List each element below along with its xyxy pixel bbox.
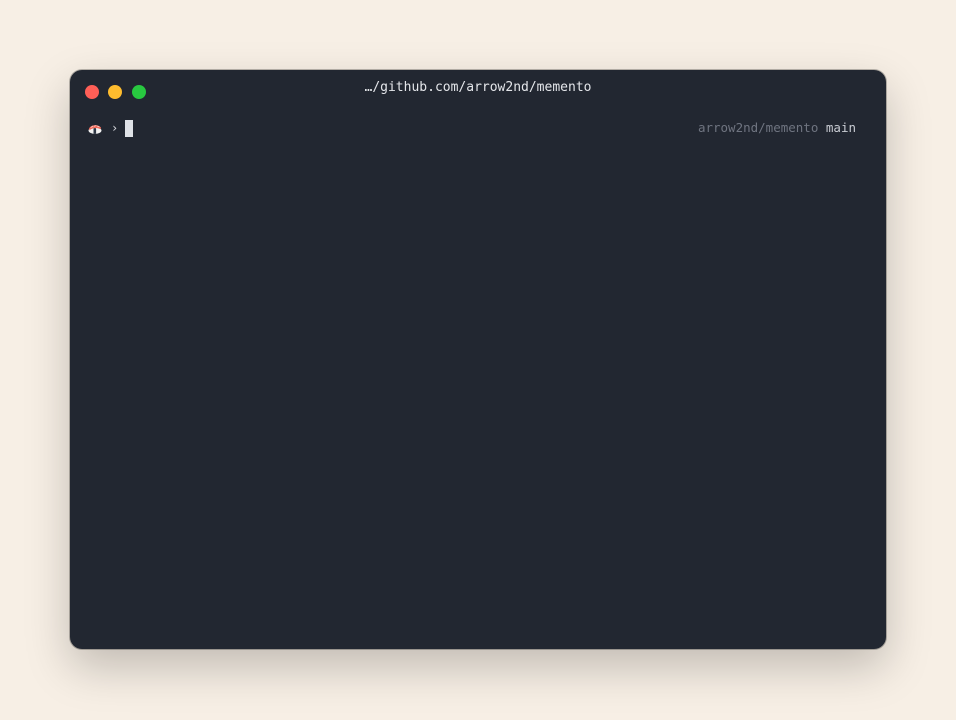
prompt-left: › bbox=[87, 118, 134, 138]
git-status: arrow2nd/memento main bbox=[698, 118, 856, 138]
git-branch: main bbox=[825, 120, 856, 135]
window-title: …/github.com/arrow2nd/memento bbox=[364, 80, 592, 95]
sushi-icon bbox=[88, 125, 102, 134]
terminal-prompt-line[interactable]: › arrow2nd/memento main bbox=[87, 118, 856, 138]
window-titlebar: …/github.com/arrow2nd/memento bbox=[70, 70, 886, 110]
terminal-window: …/github.com/arrow2nd/memento › arrow2nd… bbox=[70, 70, 886, 649]
repository-name: arrow2nd/memento bbox=[697, 120, 819, 135]
text-cursor bbox=[125, 119, 134, 137]
prompt-chevron: › bbox=[111, 121, 119, 135]
